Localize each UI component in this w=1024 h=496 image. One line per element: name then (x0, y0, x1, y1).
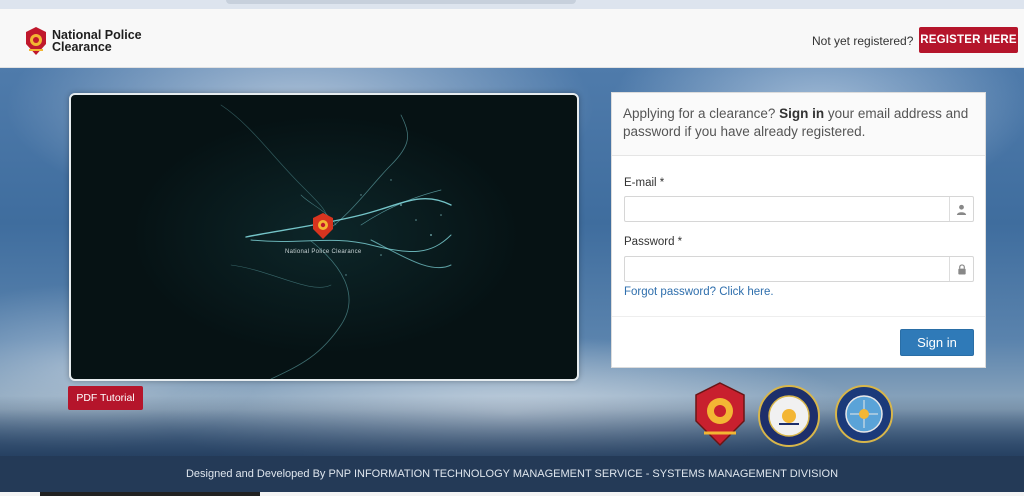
user-icon (949, 197, 973, 221)
hero-background: National Police Clearance PDF Tutorial A… (0, 68, 1024, 456)
logo-text: National Police Clearance (52, 29, 162, 54)
itms-seal-icon (835, 385, 893, 443)
footer-credit-text: Designed and Developed By PNP INFORMATIO… (185, 468, 839, 480)
lock-icon (949, 257, 973, 281)
email-label: E-mail * (624, 177, 665, 189)
pnp-badge-icon (26, 27, 46, 55)
site-header: National Police Clearance Not yet regist… (0, 9, 1024, 68)
pnp-seal-icon (695, 382, 745, 447)
forgot-password-link[interactable]: Forgot password? Click here. (624, 286, 774, 298)
scroll-indicator (40, 492, 260, 496)
browser-tab-edge (226, 0, 576, 4)
light-streaks-graphic (220, 104, 452, 379)
login-intro-bold: Sign in (779, 106, 825, 121)
login-intro-prefix: Applying for a clearance? (623, 106, 776, 121)
intro-video-player[interactable]: National Police Clearance (69, 93, 579, 381)
register-here-button[interactable]: REGISTER HERE (919, 27, 1018, 53)
dict-seal-icon (758, 385, 820, 447)
sign-in-button[interactable]: Sign in (900, 329, 974, 356)
email-field-group (624, 196, 974, 222)
login-footer: Sign in (612, 316, 985, 368)
password-field[interactable] (625, 257, 949, 281)
site-footer: Designed and Developed By PNP INFORMATIO… (0, 456, 1024, 492)
password-label: Password * (624, 236, 683, 248)
login-panel: Applying for a clearance? Sign in your e… (611, 92, 986, 368)
password-field-group (624, 256, 974, 282)
pdf-tutorial-button[interactable]: PDF Tutorial (68, 386, 143, 410)
logo-line-2: Clearance (52, 40, 112, 54)
bottom-strip (0, 492, 1024, 496)
video-caption: National Police Clearance (285, 249, 362, 255)
browser-top-strip (0, 0, 1024, 9)
email-field[interactable] (625, 197, 949, 221)
site-logo[interactable]: National Police Clearance (24, 26, 162, 56)
login-intro: Applying for a clearance? Sign in your e… (612, 93, 985, 156)
not-registered-text: Not yet registered? (812, 34, 914, 48)
